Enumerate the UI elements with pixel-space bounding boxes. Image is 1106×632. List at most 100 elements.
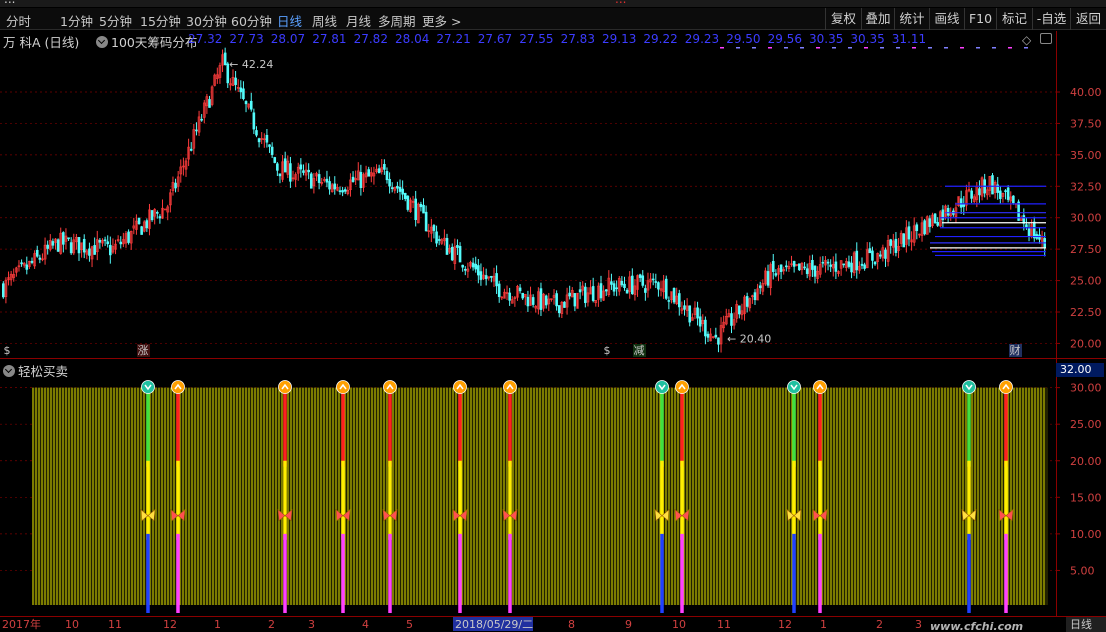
candle (805, 263, 809, 279)
candle (646, 272, 650, 298)
candle-body (555, 293, 558, 307)
candle (103, 236, 107, 246)
candle (996, 176, 1000, 200)
candle (824, 256, 827, 273)
candle (328, 176, 331, 195)
candle (333, 176, 337, 195)
candle (338, 186, 342, 195)
candle (779, 264, 783, 280)
candle (362, 172, 365, 193)
candle (894, 231, 898, 257)
candle (236, 79, 240, 93)
candle-body (933, 213, 937, 224)
candle (419, 201, 423, 212)
candle (790, 255, 793, 267)
candle (811, 254, 814, 278)
date-axis-label: 2017年 (2, 617, 41, 631)
candle (223, 47, 227, 66)
candle (380, 159, 384, 175)
sell-signal-icon (675, 380, 689, 394)
candle-body (704, 319, 707, 337)
candle-body (847, 261, 851, 267)
candle (617, 276, 621, 296)
candle (555, 290, 558, 311)
candle-body (753, 292, 757, 301)
candle (740, 303, 744, 320)
chip-dot (944, 47, 948, 49)
candle-body (923, 220, 926, 235)
candle-body (991, 175, 994, 195)
candle-body (145, 220, 149, 229)
candle-body (497, 283, 501, 297)
candle (623, 276, 626, 291)
candle-body (829, 264, 832, 267)
candle (657, 281, 660, 297)
indicator-tick-label: 25.00 (1070, 418, 1102, 431)
candle-body (127, 231, 130, 243)
indicator-tick-label: 15.00 (1070, 491, 1102, 504)
candle (547, 292, 551, 312)
candle-body (82, 238, 86, 253)
candle (751, 294, 754, 304)
candle (64, 228, 68, 250)
chip-dot (1024, 47, 1028, 49)
candle-body (868, 248, 872, 254)
candle (826, 258, 830, 271)
buy-signal-icon (141, 380, 155, 394)
candle-body (390, 187, 394, 189)
candle (738, 305, 741, 319)
candle (777, 265, 780, 282)
candle (377, 164, 381, 174)
candle (544, 294, 548, 309)
candle-body (450, 246, 454, 261)
candle (354, 170, 357, 185)
candle-body (834, 261, 838, 272)
candle (129, 230, 133, 250)
candle (933, 213, 937, 224)
indicator-panel-title[interactable]: 轻松买卖 (3, 361, 68, 380)
candle (649, 273, 652, 289)
candle (993, 180, 997, 199)
candle-body (341, 190, 344, 193)
candle (938, 210, 942, 227)
candle-body (242, 88, 245, 100)
candle (664, 275, 668, 301)
candle-body (174, 182, 177, 189)
candle (941, 205, 945, 228)
candle-body (644, 288, 647, 293)
candle (565, 287, 569, 315)
candle (359, 164, 363, 196)
candle (80, 242, 83, 258)
chevron-down-icon[interactable] (3, 365, 15, 377)
candle-body (873, 261, 877, 265)
chip-dot (736, 47, 740, 49)
candle-body (902, 233, 906, 248)
candle (171, 176, 175, 196)
candle-body (239, 87, 243, 93)
candle (82, 234, 86, 259)
candle (701, 314, 705, 332)
candle (957, 196, 960, 207)
candle (482, 267, 485, 281)
candle (388, 172, 391, 194)
candle-body (56, 239, 60, 252)
candle-body (518, 287, 522, 292)
candle (847, 255, 851, 269)
chip-dot (912, 47, 916, 49)
candle-body (30, 260, 34, 263)
candle (766, 264, 770, 288)
event-marker: $ (601, 344, 614, 357)
candle (307, 163, 310, 180)
buy-signal-icon (655, 380, 669, 394)
candle (581, 281, 585, 296)
candle-body (200, 118, 203, 121)
candle (735, 300, 739, 323)
indicator-tick-label: 30.00 (1070, 382, 1102, 395)
chip-dot (928, 47, 932, 49)
event-marker: 财 (1009, 343, 1022, 357)
candle (54, 238, 57, 250)
candle (923, 218, 926, 236)
candle-body (907, 226, 911, 240)
candle-body (1012, 195, 1015, 204)
candle (667, 296, 671, 310)
